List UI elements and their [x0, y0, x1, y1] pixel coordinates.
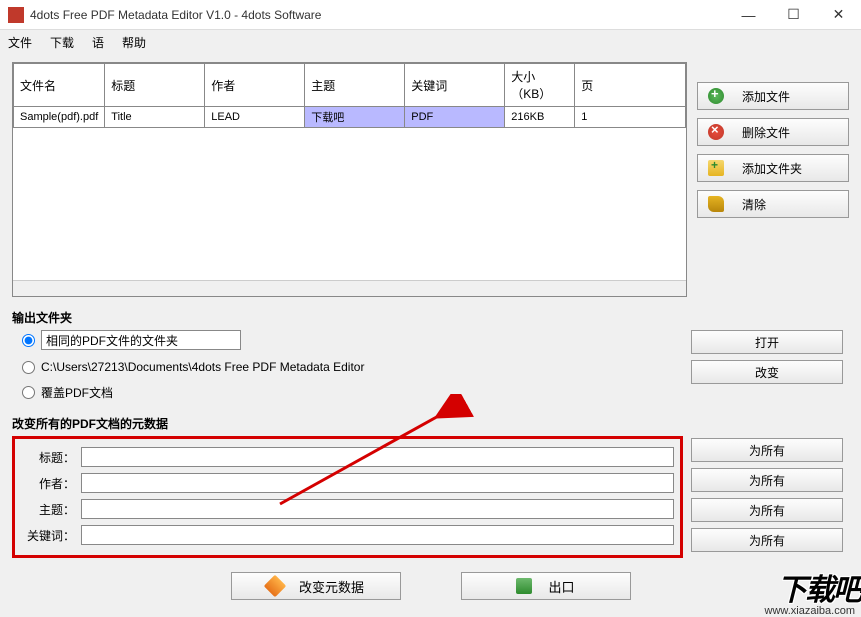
horizontal-scrollbar[interactable] [13, 280, 686, 296]
watermark-url: www.xiazaiba.com [765, 605, 855, 617]
title-label: 标题： [21, 449, 75, 466]
col-filename[interactable]: 文件名 [14, 64, 105, 107]
forall-author-button[interactable]: 为所有 [691, 468, 843, 492]
forall-title-button[interactable]: 为所有 [691, 438, 843, 462]
broom-icon [708, 196, 724, 212]
menu-download[interactable]: 下载 [50, 34, 74, 51]
forall-subject-button[interactable]: 为所有 [691, 498, 843, 522]
cell-subject: 下载吧 [305, 107, 405, 128]
col-author[interactable]: 作者 [205, 64, 305, 107]
col-title[interactable]: 标题 [105, 64, 205, 107]
minimize-button[interactable]: — [726, 0, 771, 30]
radio-overwrite[interactable]: 覆盖PDF文档 [22, 384, 681, 401]
wand-icon [264, 575, 287, 598]
same-folder-text[interactable] [41, 330, 241, 350]
menu-language[interactable]: 语 [92, 34, 104, 51]
metadata-group-label: 改变所有的PDF文档的元数据 [12, 415, 849, 432]
output-folder-label: 输出文件夹 [12, 309, 849, 326]
title-input[interactable] [81, 447, 674, 467]
cell-filename: Sample(pdf).pdf [14, 107, 105, 128]
folder-icon [708, 160, 724, 176]
metadata-highlight-box: 标题： 作者： 主题： 关键词： [12, 436, 683, 558]
menubar: 文件 下载 语 帮助 [0, 30, 861, 54]
cell-keywords: PDF [405, 107, 505, 128]
clear-button[interactable]: 清除 [697, 190, 849, 218]
col-keywords[interactable]: 关键词 [405, 64, 505, 107]
window-title: 4dots Free PDF Metadata Editor V1.0 - 4d… [30, 8, 726, 22]
author-label: 作者： [21, 475, 75, 492]
file-table[interactable]: 文件名 标题 作者 主题 关键词 大小（KB） 页 Sample(pdf).pd… [12, 62, 687, 297]
subject-input[interactable] [81, 499, 674, 519]
menu-file[interactable]: 文件 [8, 34, 32, 51]
keywords-label: 关键词： [21, 527, 75, 544]
maximize-button[interactable]: ☐ [771, 0, 816, 30]
col-pages[interactable]: 页 [575, 64, 686, 107]
table-row[interactable]: Sample(pdf).pdf Title LEAD 下载吧 PDF 216KB… [14, 107, 686, 128]
export-button[interactable]: 出口 [461, 572, 631, 600]
open-button[interactable]: 打开 [691, 330, 843, 354]
delete-icon [708, 124, 724, 140]
col-size[interactable]: 大小（KB） [505, 64, 575, 107]
close-button[interactable]: ✕ [816, 0, 861, 30]
plus-icon [708, 88, 724, 104]
add-folder-button[interactable]: 添加文件夹 [697, 154, 849, 182]
titlebar: 4dots Free PDF Metadata Editor V1.0 - 4d… [0, 0, 861, 30]
radio-custom-path[interactable]: C:\Users\27213\Documents\4dots Free PDF … [22, 360, 681, 374]
radio-same-folder[interactable] [22, 330, 681, 350]
app-icon [8, 7, 24, 23]
watermark-text: 下载吧 [777, 565, 861, 609]
col-subject[interactable]: 主题 [305, 64, 405, 107]
cell-size: 216KB [505, 107, 575, 128]
cell-title: Title [105, 107, 205, 128]
change-metadata-button[interactable]: 改变元数据 [231, 572, 401, 600]
export-icon [516, 578, 532, 594]
add-file-button[interactable]: 添加文件 [697, 82, 849, 110]
cell-author: LEAD [205, 107, 305, 128]
delete-file-button[interactable]: 删除文件 [697, 118, 849, 146]
change-button[interactable]: 改变 [691, 360, 843, 384]
menu-help[interactable]: 帮助 [122, 34, 146, 51]
forall-keywords-button[interactable]: 为所有 [691, 528, 843, 552]
author-input[interactable] [81, 473, 674, 493]
subject-label: 主题： [21, 501, 75, 518]
keywords-input[interactable] [81, 525, 674, 545]
cell-pages: 1 [575, 107, 686, 128]
